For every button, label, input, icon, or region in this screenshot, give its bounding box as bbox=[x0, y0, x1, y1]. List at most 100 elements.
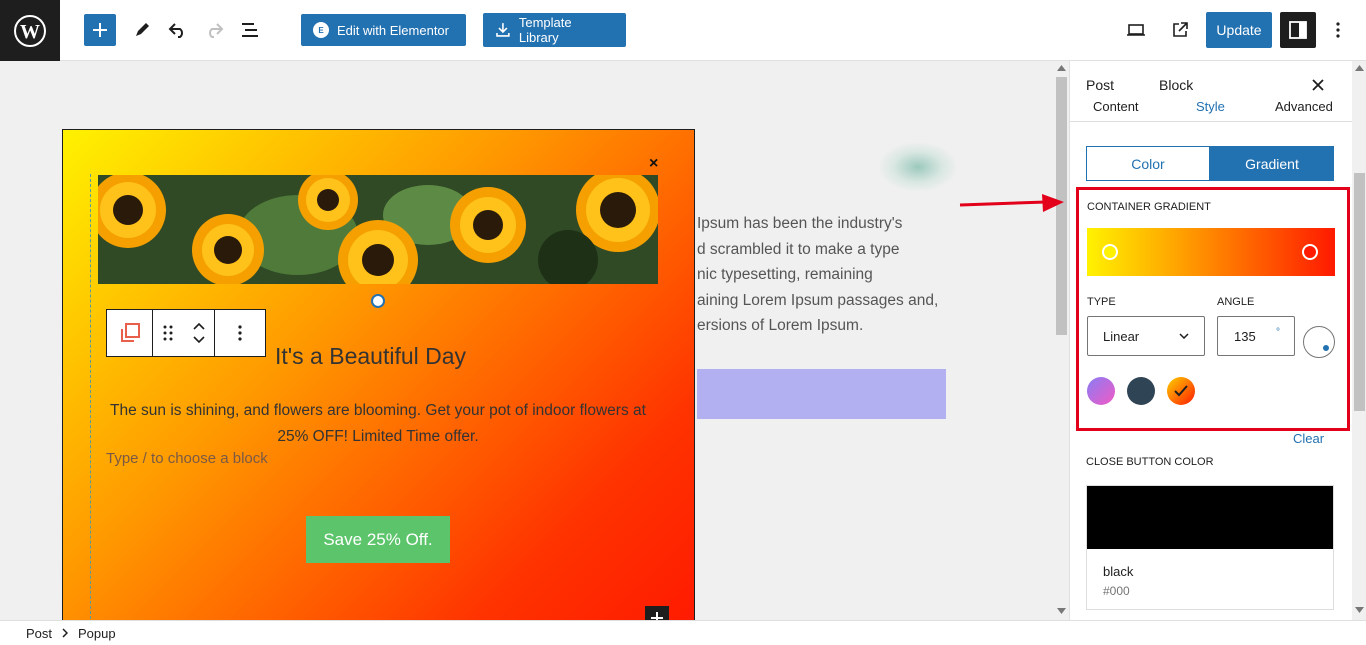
container-gradient-section: Container Gradient Type Angle Linear 135… bbox=[1076, 187, 1350, 431]
clear-gradient-button[interactable]: Clear bbox=[1293, 431, 1324, 446]
angle-picker-dial[interactable] bbox=[1303, 326, 1335, 358]
background-text-line: ersions of Lorem Ipsum. bbox=[697, 317, 864, 334]
subtab-style[interactable]: Style bbox=[1196, 99, 1225, 114]
scroll-down-icon[interactable] bbox=[1355, 607, 1364, 613]
block-toolbar bbox=[106, 309, 266, 357]
scroll-down-icon[interactable] bbox=[1057, 608, 1066, 614]
popup-close-icon[interactable]: × bbox=[649, 155, 658, 173]
gradient-bar[interactable] bbox=[1087, 228, 1335, 276]
degree-unit: ° bbox=[1276, 327, 1280, 338]
edit-with-elementor-button[interactable]: E Edit with Elementor bbox=[301, 14, 466, 46]
chevron-down-icon[interactable] bbox=[192, 336, 205, 344]
checkmark-icon bbox=[1174, 385, 1188, 397]
copy-blocks-icon bbox=[120, 323, 140, 342]
color-hex: #000 bbox=[1103, 584, 1130, 598]
gradient-type-value: Linear bbox=[1103, 328, 1140, 344]
gradient-preset-dark-slate[interactable] bbox=[1127, 377, 1155, 405]
background-color-toggle[interactable]: Color bbox=[1086, 146, 1210, 181]
settings-sidebar: Post Block Content Style Advanced Color … bbox=[1069, 61, 1366, 620]
background-purple-block bbox=[697, 369, 946, 419]
plus-icon bbox=[93, 23, 107, 37]
tab-post[interactable]: Post bbox=[1086, 77, 1114, 93]
scroll-up-icon[interactable] bbox=[1057, 65, 1066, 71]
document-overview-button[interactable] bbox=[238, 18, 262, 42]
gradient-stop-start[interactable] bbox=[1102, 244, 1118, 260]
gradient-stop-end[interactable] bbox=[1302, 244, 1318, 260]
angle-picker-knob[interactable] bbox=[1323, 345, 1329, 351]
view-post-button[interactable] bbox=[1168, 18, 1192, 42]
move-block-controls[interactable] bbox=[183, 310, 215, 356]
block-inserter-button[interactable] bbox=[645, 606, 669, 620]
editor-top-toolbar: W E Edit with Elementor Template Library bbox=[0, 0, 1366, 61]
background-paragraph: Ipsum has been the industry's d scramble… bbox=[697, 211, 957, 339]
scroll-up-icon[interactable] bbox=[1355, 65, 1364, 71]
more-vertical-icon bbox=[1336, 22, 1340, 38]
options-button[interactable] bbox=[1326, 18, 1350, 42]
sunflower-image[interactable] bbox=[98, 175, 658, 284]
image-resize-handle[interactable] bbox=[371, 294, 385, 308]
block-type-button[interactable] bbox=[107, 310, 153, 356]
subtab-content[interactable]: Content bbox=[1093, 99, 1139, 114]
gradient-preset-yellow-red[interactable] bbox=[1167, 377, 1195, 405]
download-icon bbox=[496, 23, 510, 37]
block-placeholder[interactable]: Type / to choose a block bbox=[106, 450, 268, 467]
tab-block[interactable]: Block bbox=[1159, 77, 1193, 93]
redo-button[interactable] bbox=[202, 18, 226, 42]
background-text-line: d scrambled it to make a type bbox=[697, 240, 900, 258]
close-button-color-picker[interactable]: black #000 bbox=[1086, 485, 1334, 610]
popup-container[interactable]: × It's a Beautiful Day The sun is shinin… bbox=[62, 129, 695, 620]
gradient-angle-input[interactable]: 135 ° bbox=[1217, 316, 1295, 356]
undo-icon bbox=[168, 23, 183, 38]
editor-app: W E Edit with Elementor Template Library bbox=[0, 0, 1366, 645]
drag-icon bbox=[163, 325, 173, 341]
laptop-icon bbox=[1127, 24, 1145, 36]
plus-icon bbox=[651, 612, 663, 620]
drag-handle[interactable] bbox=[153, 310, 183, 356]
color-name: black bbox=[1103, 564, 1134, 579]
subtab-advanced[interactable]: Advanced bbox=[1275, 99, 1333, 114]
wordpress-logo-button[interactable]: W bbox=[0, 0, 60, 61]
angle-label: Angle bbox=[1217, 296, 1255, 308]
gradient-preset-pink-purple[interactable] bbox=[1087, 377, 1115, 405]
undo-button[interactable] bbox=[166, 18, 190, 42]
svg-text:W: W bbox=[20, 21, 40, 43]
chevron-right-icon bbox=[62, 628, 69, 638]
block-options-button[interactable] bbox=[215, 310, 265, 356]
type-label: Type bbox=[1087, 296, 1116, 308]
editor-canvas: Ipsum has been the industry's d scramble… bbox=[0, 61, 1054, 620]
background-decorative-blob bbox=[880, 143, 956, 191]
popup-description[interactable]: The sun is shining, and flowers are bloo… bbox=[93, 398, 663, 450]
close-button-color-label: Close Button Color bbox=[1086, 456, 1214, 468]
add-block-button[interactable] bbox=[84, 14, 116, 46]
update-button[interactable]: Update bbox=[1206, 12, 1272, 48]
sidebar-icon bbox=[1289, 21, 1307, 39]
chevron-up-icon[interactable] bbox=[192, 322, 205, 330]
sidebar-scrollbar-thumb[interactable] bbox=[1354, 173, 1365, 411]
close-sidebar-icon[interactable] bbox=[1312, 74, 1324, 97]
gradient-type-select[interactable]: Linear bbox=[1087, 316, 1205, 356]
background-text-line: aining Lorem Ipsum passages and, bbox=[697, 291, 939, 309]
container-gradient-label: Container Gradient bbox=[1087, 201, 1211, 213]
breadcrumb-item-post[interactable]: Post bbox=[26, 626, 52, 641]
color-swatch-black[interactable] bbox=[1087, 486, 1333, 549]
sidebar-scrollbar[interactable] bbox=[1352, 61, 1366, 620]
template-library-label: Template Library bbox=[518, 15, 572, 45]
sunflower-image-art bbox=[98, 175, 658, 284]
more-vertical-icon bbox=[238, 325, 242, 341]
settings-sidebar-toggle[interactable] bbox=[1280, 12, 1316, 48]
save-offer-button[interactable]: Save 25% Off. bbox=[306, 516, 450, 563]
redo-icon bbox=[209, 23, 224, 38]
breadcrumb-item-popup[interactable]: Popup bbox=[78, 626, 116, 641]
edit-with-elementor-label: Edit with Elementor bbox=[337, 22, 449, 38]
canvas-scrollbar[interactable] bbox=[1054, 61, 1069, 620]
annotation-arrow bbox=[959, 194, 1064, 212]
pencil-icon bbox=[136, 23, 149, 36]
template-library-button[interactable]: Template Library bbox=[483, 13, 626, 47]
list-view-icon bbox=[242, 23, 258, 37]
preview-device-button[interactable] bbox=[1124, 18, 1148, 42]
popup-heading[interactable]: It's a Beautiful Day bbox=[275, 343, 466, 370]
background-gradient-toggle[interactable]: Gradient bbox=[1210, 146, 1334, 181]
tools-button[interactable] bbox=[130, 18, 154, 42]
gradient-angle-value: 135 bbox=[1234, 328, 1256, 344]
wordpress-icon: W bbox=[14, 14, 46, 47]
